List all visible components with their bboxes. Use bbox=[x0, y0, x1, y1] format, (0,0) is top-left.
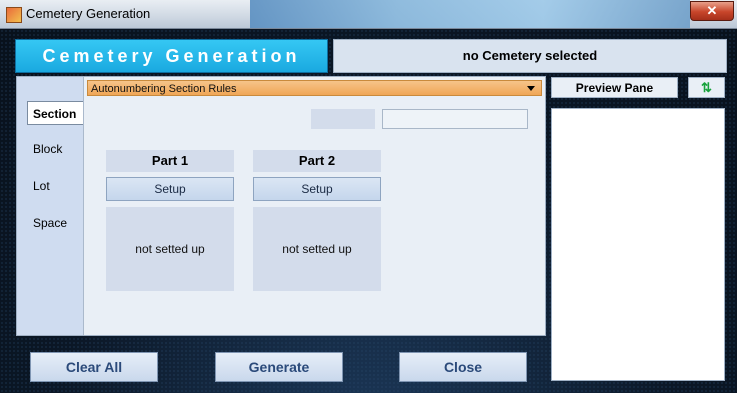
clear-all-button[interactable]: Clear All bbox=[30, 352, 158, 382]
page-banner: Cemetery Generation bbox=[15, 39, 328, 73]
generate-button[interactable]: Generate bbox=[215, 352, 343, 382]
chevron-down-icon bbox=[527, 86, 535, 91]
part-2-status: not setted up bbox=[253, 207, 381, 291]
rules-dropdown-value: Autonumbering Section Rules bbox=[91, 83, 237, 95]
tab-space[interactable]: Space bbox=[23, 211, 83, 235]
tab-strip: Section Block Lot Space bbox=[17, 77, 84, 335]
section-rules-panel: Section Block Lot Space Autonumbering Se… bbox=[16, 76, 546, 336]
tab-lot[interactable]: Lot bbox=[23, 174, 83, 198]
part-1-title: Part 1 bbox=[106, 150, 234, 172]
window-title: Cemetery Generation bbox=[26, 6, 151, 21]
prefix-box bbox=[311, 109, 375, 129]
preview-pane-label: Preview Pane bbox=[551, 77, 678, 98]
preview-text-field[interactable] bbox=[382, 109, 528, 129]
rules-dropdown[interactable]: Autonumbering Section Rules bbox=[87, 80, 542, 96]
tab-section[interactable]: Section bbox=[27, 101, 83, 125]
part-1-setup-button[interactable]: Setup bbox=[106, 177, 234, 201]
app-icon bbox=[6, 7, 22, 23]
close-button[interactable]: Close bbox=[399, 352, 527, 382]
tab-block[interactable]: Block bbox=[23, 137, 83, 161]
preview-pane bbox=[551, 108, 725, 381]
title-bar: Cemetery Generation ✕ bbox=[0, 0, 737, 29]
title-bar-background bbox=[250, 0, 690, 28]
window-close-button[interactable]: ✕ bbox=[690, 1, 734, 21]
part-2-setup-button[interactable]: Setup bbox=[253, 177, 381, 201]
part-1-status: not setted up bbox=[106, 207, 234, 291]
part-2-title: Part 2 bbox=[253, 150, 381, 172]
cemetery-selection-status: no Cemetery selected bbox=[333, 39, 727, 73]
refresh-icon[interactable]: ⇅ bbox=[688, 77, 725, 98]
